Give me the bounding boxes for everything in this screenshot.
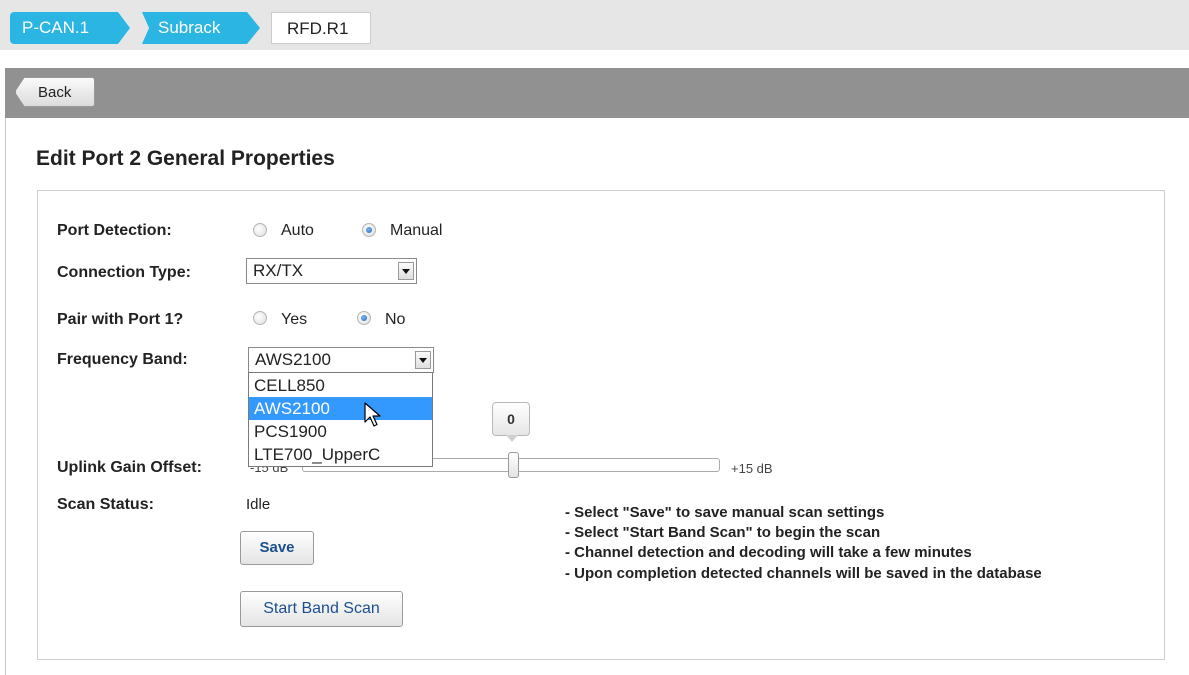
- scan-status-label: Scan Status:: [57, 496, 154, 513]
- pair-port-label: Pair with Port 1?: [57, 311, 184, 328]
- port-detection-label: Port Detection:: [57, 222, 172, 239]
- connection-type-select[interactable]: RX/TX: [246, 258, 417, 284]
- port-detection-manual-radio[interactable]: [362, 223, 376, 237]
- back-button[interactable]: Back: [15, 77, 95, 107]
- frequency-option-pcs1900[interactable]: PCS1900: [249, 420, 432, 443]
- port-detection-manual-label: Manual: [390, 222, 443, 239]
- breadcrumb-item-current: RFD.R1: [271, 12, 371, 44]
- connection-type-label: Connection Type:: [57, 264, 191, 281]
- port-detection-auto-radio[interactable]: [253, 223, 267, 237]
- note-line: - Upon completion detected channels will…: [565, 565, 1042, 582]
- note-line: - Channel detection and decoding will ta…: [565, 544, 972, 561]
- pair-port-no-radio[interactable]: [357, 311, 371, 325]
- mouse-cursor-icon: [364, 402, 381, 427]
- note-line: - Select "Start Band Scan" to begin the …: [565, 524, 881, 541]
- slider-max-label: +15 dB: [731, 461, 773, 476]
- chevron-down-icon: [398, 262, 414, 280]
- pair-port-yes-label: Yes: [281, 311, 308, 328]
- frequency-band-dropdown: CELL850 AWS2100 PCS1900 LTE700_UpperC: [248, 372, 433, 467]
- save-button[interactable]: Save: [240, 531, 314, 565]
- start-band-scan-button[interactable]: Start Band Scan: [240, 591, 403, 627]
- frequency-band-select[interactable]: AWS2100: [248, 347, 434, 373]
- frequency-band-label: Frequency Band:: [57, 351, 188, 368]
- breadcrumb: P-CAN.1 Subrack RFD.R1: [0, 0, 1189, 50]
- slider-handle[interactable]: [508, 452, 519, 478]
- form-panel: [37, 190, 1165, 660]
- breadcrumb-item-pcan[interactable]: P-CAN.1: [10, 12, 130, 44]
- connection-type-value: RX/TX: [253, 261, 304, 280]
- page-title: Edit Port 2 General Properties: [36, 147, 335, 170]
- pair-port-yes-radio[interactable]: [253, 311, 267, 325]
- pair-port-no-label: No: [385, 311, 406, 328]
- frequency-option-lte700[interactable]: LTE700_UpperC: [249, 443, 432, 466]
- frequency-band-value: AWS2100: [255, 350, 331, 369]
- port-detection-auto-label: Auto: [281, 222, 314, 239]
- chevron-down-icon: [415, 351, 431, 369]
- note-line: - Select "Save" to save manual scan sett…: [565, 504, 885, 521]
- breadcrumb-item-subrack[interactable]: Subrack: [142, 12, 260, 44]
- slider-value-tooltip: 0: [492, 402, 530, 442]
- scan-status-value: Idle: [246, 496, 271, 513]
- frequency-option-aws2100[interactable]: AWS2100: [249, 397, 432, 420]
- toolbar-header: Back: [5, 68, 1189, 118]
- uplink-gain-label: Uplink Gain Offset:: [57, 459, 202, 476]
- frequency-option-cell850[interactable]: CELL850: [249, 374, 432, 397]
